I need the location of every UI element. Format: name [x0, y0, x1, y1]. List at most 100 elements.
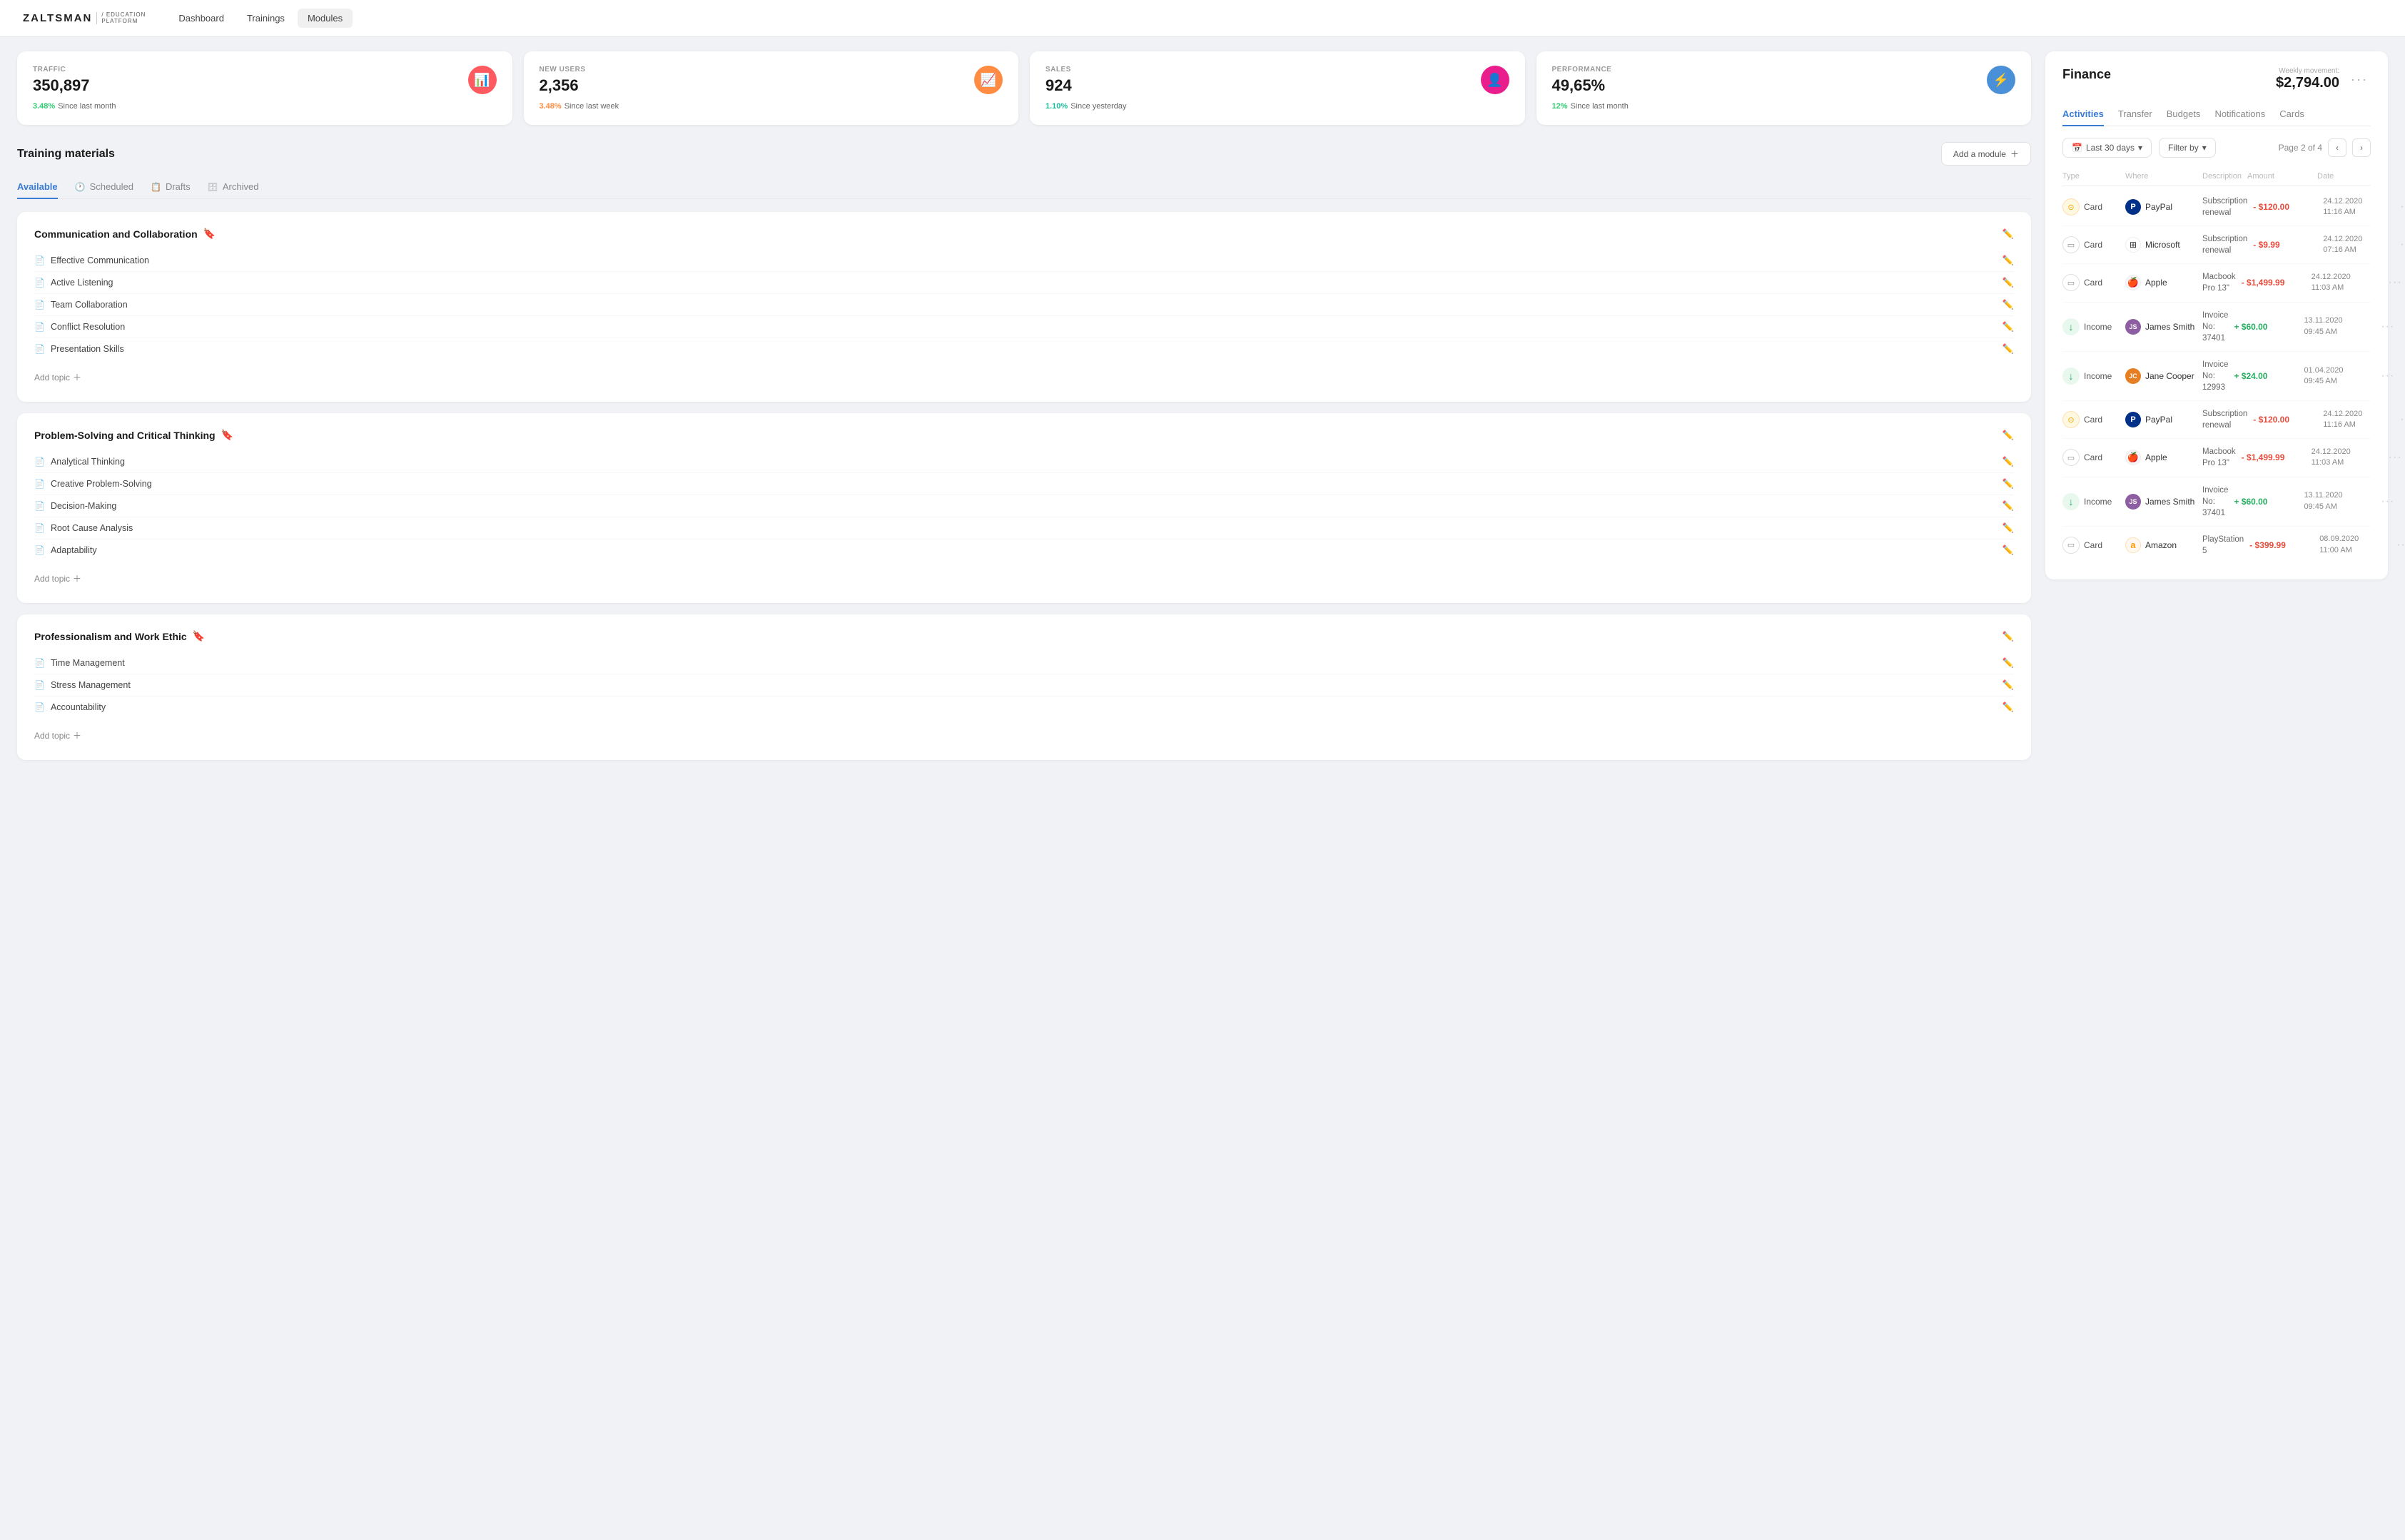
topic-edit-icon[interactable]: ✏️ [2003, 277, 2014, 288]
tx-more-button[interactable]: ··· [2400, 413, 2405, 426]
topic-edit-icon[interactable]: ✏️ [2003, 701, 2014, 713]
stat-icon-performance: ⚡ [1987, 66, 2015, 94]
nav-trainings[interactable]: Trainings [237, 9, 295, 28]
avatar: JC [2125, 368, 2141, 384]
next-page-button[interactable]: › [2352, 138, 2371, 157]
add-topic-button-1[interactable]: Add topic ＋ [34, 569, 81, 587]
edit-icon-2[interactable]: ✏️ [2003, 631, 2014, 642]
add-topic-button-2[interactable]: Add topic ＋ [34, 726, 81, 744]
stat-label-sales: SALES [1045, 66, 1072, 74]
add-module-button[interactable]: Add a module ＋ [1941, 142, 2031, 166]
topic-edit-icon[interactable]: ✏️ [2003, 478, 2014, 490]
topic-edit-icon[interactable]: ✏️ [2003, 522, 2014, 534]
finance-tab-transfer[interactable]: Transfer [2118, 103, 2152, 126]
tx-more-button[interactable]: ··· [2396, 539, 2405, 552]
doc-icon: 📄 [34, 658, 45, 668]
stat-change-sales: 1.10% Since yesterday [1045, 102, 1509, 111]
stat-pct-traffic: 3.48% [33, 102, 55, 111]
add-topic-button-0[interactable]: Add topic ＋ [34, 368, 81, 386]
tx-more-button[interactable]: ··· [2381, 495, 2398, 508]
right-panel: Finance Weekly movement: $2,794.00 ··· A… [2045, 51, 2388, 771]
stat-card-users: NEW USERS 2,356 📈 3.48% Since last week [524, 51, 1019, 125]
tx-more-button[interactable]: ··· [2381, 320, 2398, 333]
topic-edit-icon[interactable]: ✏️ [2003, 299, 2014, 310]
tx-date: 13.11.202009:45 AM [2304, 315, 2375, 338]
topic-edit-icon[interactable]: ✏️ [2003, 255, 2014, 266]
tx-more-button[interactable]: ··· [2389, 451, 2405, 464]
table-row: ▭ Card 🍎 Apple Macbook Pro 13" - $1,499.… [2062, 264, 2371, 302]
table-row: ↓ Income JS James Smith Invoice No: 3740… [2062, 303, 2371, 352]
tx-amount: + $60.00 [2234, 497, 2298, 507]
finance-tab-activities[interactable]: Activities [2062, 103, 2104, 126]
tx-date: 24.12.202011:03 AM [2312, 272, 2383, 294]
stat-label-users: NEW USERS [540, 66, 586, 74]
topic-item: 📄Active Listening ✏️ [34, 272, 2014, 294]
tab-scheduled[interactable]: 🕐 Scheduled [75, 176, 133, 199]
topic-edit-icon[interactable]: ✏️ [2003, 343, 2014, 355]
nav-modules[interactable]: Modules [298, 9, 353, 28]
drafts-icon: 📋 [151, 182, 161, 192]
stat-icon-sales: 👤 [1481, 66, 1509, 94]
tab-archived[interactable]: 🗄 Archived [208, 176, 259, 199]
date-range-filter[interactable]: 📅 Last 30 days ▾ [2062, 138, 2152, 158]
doc-icon: 📄 [34, 322, 45, 332]
logo-name: ZALTSMAN [23, 12, 92, 24]
edit-icon-0[interactable]: ✏️ [2003, 228, 2014, 240]
finance-more-button[interactable]: ··· [2348, 72, 2371, 87]
tx-amount: - $399.99 [2249, 540, 2314, 550]
finance-tab-budgets[interactable]: Budgets [2167, 103, 2201, 126]
tx-where: 🍎 Apple [2125, 450, 2197, 465]
tx-where: P PayPal [2125, 199, 2197, 215]
tx-date: 01.04.202009:45 AM [2304, 365, 2375, 387]
add-module-label: Add a module [1953, 149, 2006, 159]
tx-where: JC Jane Cooper [2125, 368, 2197, 384]
tx-description: Invoice No: 12993 [2202, 359, 2228, 393]
topic-edit-icon[interactable]: ✏️ [2003, 500, 2014, 512]
clock-icon: 🕐 [75, 182, 86, 192]
tx-amount: + $60.00 [2234, 322, 2298, 332]
nav-links: Dashboard Trainings Modules [168, 9, 353, 28]
finance-tab-cards[interactable]: Cards [2279, 103, 2304, 126]
tx-more-button[interactable]: ··· [2381, 370, 2398, 383]
topic-item: 📄Team Collaboration ✏️ [34, 294, 2014, 316]
finance-tab-notifications[interactable]: Notifications [2214, 103, 2265, 126]
training-section-header: Training materials Add a module ＋ [17, 142, 2031, 166]
bookmark-icon-0[interactable]: 🔖 [203, 228, 216, 240]
topic-edit-icon[interactable]: ✏️ [2003, 657, 2014, 669]
filter-left: 📅 Last 30 days ▾ Filter by ▾ [2062, 138, 2216, 158]
finance-card: Finance Weekly movement: $2,794.00 ··· A… [2045, 51, 2388, 579]
bookmark-icon-2[interactable]: 🔖 [193, 630, 205, 642]
tab-archived-label: Archived [223, 181, 259, 192]
tx-more-button[interactable]: ··· [2389, 276, 2405, 289]
tx-amount: - $120.00 [2253, 415, 2317, 425]
module-card-0: Communication and Collaboration 🔖 ✏️ 📄Ef… [17, 212, 2031, 402]
filter-by-button[interactable]: Filter by ▾ [2159, 138, 2216, 158]
topic-edit-icon[interactable]: ✏️ [2003, 679, 2014, 691]
avatar: JS [2125, 494, 2141, 510]
tx-amount: - $9.99 [2253, 240, 2317, 250]
tx-more-button[interactable]: ··· [2400, 238, 2405, 251]
topic-item: 📄Accountability ✏️ [34, 696, 2014, 718]
tab-drafts[interactable]: 📋 Drafts [151, 176, 191, 199]
tx-type: ↓ Income [2062, 318, 2120, 335]
logo: ZALTSMAN / EDUCATION PLATFORM [23, 12, 146, 25]
weekly-value: $2,794.00 [2276, 75, 2339, 91]
type-icon: ↓ [2062, 493, 2080, 510]
nav-dashboard[interactable]: Dashboard [168, 9, 234, 28]
tx-where: a Amazon [2125, 537, 2197, 553]
stat-card-traffic: TRAFFIC 350,897 📊 3.48% Since last month [17, 51, 512, 125]
left-panel: TRAFFIC 350,897 📊 3.48% Since last month… [17, 51, 2031, 771]
edit-icon-1[interactable]: ✏️ [2003, 430, 2014, 441]
tx-description: Macbook Pro 13" [2202, 271, 2236, 294]
bookmark-icon-1[interactable]: 🔖 [221, 429, 233, 441]
doc-icon: 📄 [34, 501, 45, 511]
tx-more-button[interactable]: ··· [2400, 201, 2405, 213]
topic-edit-icon[interactable]: ✏️ [2003, 544, 2014, 556]
stat-pct-performance: 12% [1552, 102, 1568, 111]
prev-page-button[interactable]: ‹ [2328, 138, 2346, 157]
topic-edit-icon[interactable]: ✏️ [2003, 321, 2014, 333]
tab-available[interactable]: Available [17, 176, 58, 199]
topic-edit-icon[interactable]: ✏️ [2003, 456, 2014, 467]
tx-type: ⊙ Card [2062, 198, 2120, 216]
type-icon: ⊙ [2062, 411, 2080, 428]
